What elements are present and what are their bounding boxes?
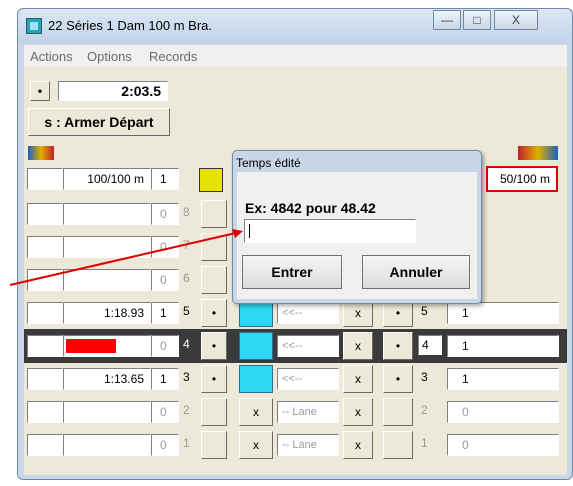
annotation-arrow: [9, 229, 243, 286]
arrow-line: [9, 231, 241, 286]
arrow-head: [232, 229, 243, 238]
